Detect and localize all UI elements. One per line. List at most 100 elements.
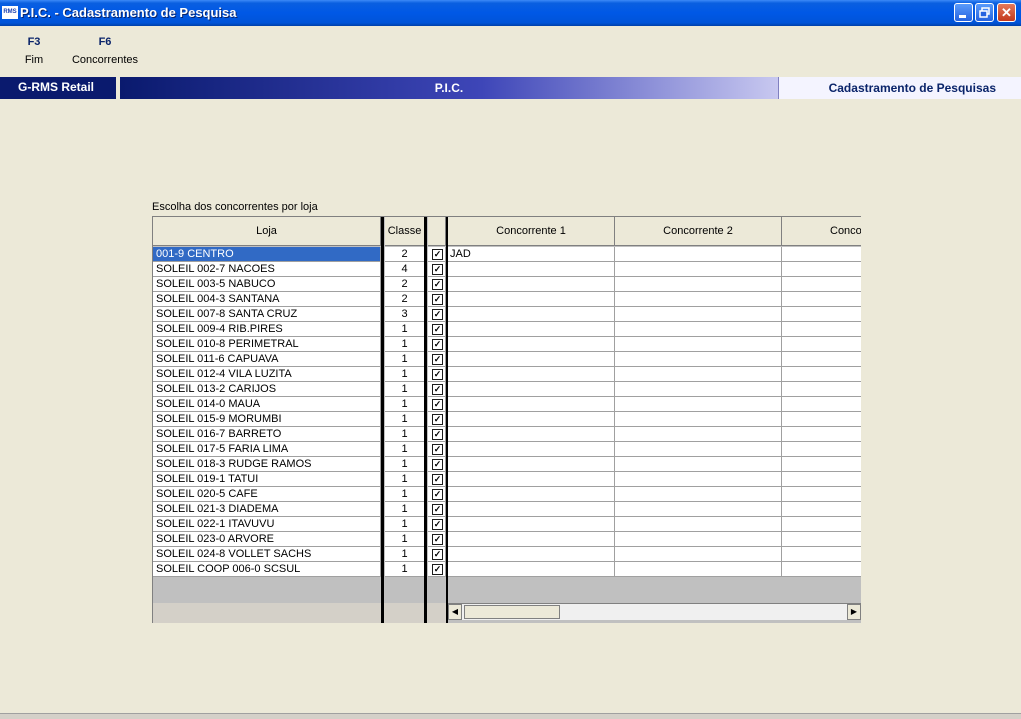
check-cell[interactable]: ✓ [428,517,446,532]
loja-cell[interactable]: SOLEIL 016-7 BARRETO [153,427,381,442]
classe-cell[interactable]: 1 [385,547,425,562]
concorrente-3-cell[interactable] [782,442,861,457]
table-row[interactable]: SOLEIL 013-2 CARIJOS 1 ✓ [153,382,861,397]
table-row[interactable]: SOLEIL 002-7 NACOES 4 ✓ [153,262,861,277]
concorrente-1-cell[interactable] [448,517,615,532]
table-row[interactable]: SOLEIL 017-5 FARIA LIMA 1 ✓ [153,442,861,457]
table-row[interactable]: SOLEIL 014-0 MAUA 1 ✓ [153,397,861,412]
classe-cell[interactable]: 1 [385,412,425,427]
concorrente-3-cell[interactable] [782,547,861,562]
loja-cell[interactable]: SOLEIL 023-0 ARVORE [153,532,381,547]
concorrente-1-cell[interactable]: JAD [448,247,615,262]
loja-cell[interactable]: SOLEIL 002-7 NACOES [153,262,381,277]
table-row[interactable]: SOLEIL 015-9 MORUMBI 1 ✓ [153,412,861,427]
concorrente-1-cell[interactable] [448,292,615,307]
checkbox[interactable]: ✓ [432,429,443,440]
concorrente-2-cell[interactable] [615,262,782,277]
classe-cell[interactable]: 2 [385,292,425,307]
concorrente-2-cell[interactable] [615,502,782,517]
restore-button[interactable] [975,3,994,22]
concorrente-1-cell[interactable] [448,322,615,337]
loja-cell[interactable]: SOLEIL 009-4 RIB.PIRES [153,322,381,337]
loja-cell[interactable]: SOLEIL 022-1 ITAVUVU [153,517,381,532]
minimize-button[interactable] [954,3,973,22]
checkbox[interactable]: ✓ [432,354,443,365]
loja-cell[interactable]: SOLEIL 004-3 SANTANA [153,292,381,307]
checkbox[interactable]: ✓ [432,249,443,260]
classe-cell[interactable]: 2 [385,277,425,292]
f3-fim-button[interactable]: F3 Fim [22,36,46,66]
concorrente-3-cell[interactable] [782,562,861,577]
table-row[interactable]: SOLEIL 010-8 PERIMETRAL 1 ✓ [153,337,861,352]
classe-cell[interactable]: 4 [385,262,425,277]
table-row[interactable]: SOLEIL 024-8 VOLLET SACHS 1 ✓ [153,547,861,562]
concorrente-1-cell[interactable] [448,262,615,277]
concorrente-2-cell[interactable] [615,532,782,547]
concorrente-2-cell[interactable] [615,547,782,562]
loja-cell[interactable]: SOLEIL 020-5 CAFE [153,487,381,502]
header-concorrente-1[interactable]: Concorrente 1 [448,217,615,246]
loja-cell[interactable]: SOLEIL 021-3 DIADEMA [153,502,381,517]
table-row[interactable]: SOLEIL 004-3 SANTANA 2 ✓ [153,292,861,307]
concorrente-3-cell[interactable] [782,502,861,517]
concorrente-3-cell[interactable] [782,517,861,532]
concorrente-3-cell[interactable] [782,412,861,427]
checkbox[interactable]: ✓ [432,369,443,380]
concorrente-2-cell[interactable] [615,427,782,442]
check-cell[interactable]: ✓ [428,442,446,457]
table-row[interactable]: SOLEIL 019-1 TATUI 1 ✓ [153,472,861,487]
concorrente-2-cell[interactable] [615,457,782,472]
table-row[interactable]: SOLEIL 022-1 ITAVUVU 1 ✓ [153,517,861,532]
table-row[interactable]: 001-9 CENTRO 2 ✓ JAD [153,247,861,262]
classe-cell[interactable]: 1 [385,562,425,577]
checkbox[interactable]: ✓ [432,294,443,305]
check-cell[interactable]: ✓ [428,412,446,427]
classe-cell[interactable]: 1 [385,397,425,412]
concorrente-2-cell[interactable] [615,277,782,292]
table-row[interactable]: SOLEIL 011-6 CAPUAVA 1 ✓ [153,352,861,367]
check-cell[interactable]: ✓ [428,352,446,367]
concorrente-1-cell[interactable] [448,472,615,487]
table-row[interactable]: SOLEIL COOP 006-0 SCSUL 1 ✓ [153,562,861,577]
concorrente-2-cell[interactable] [615,562,782,577]
concorrente-3-cell[interactable] [782,532,861,547]
header-classe[interactable]: Classe [385,217,425,246]
concorrente-2-cell[interactable] [615,367,782,382]
checkbox[interactable]: ✓ [432,534,443,545]
concorrente-2-cell[interactable] [615,352,782,367]
concorrente-1-cell[interactable] [448,487,615,502]
check-cell[interactable]: ✓ [428,247,446,262]
check-cell[interactable]: ✓ [428,307,446,322]
loja-cell[interactable]: SOLEIL 019-1 TATUI [153,472,381,487]
classe-cell[interactable]: 1 [385,487,425,502]
classe-cell[interactable]: 1 [385,532,425,547]
header-concorrente-3[interactable]: Conco [782,217,861,246]
table-row[interactable]: SOLEIL 021-3 DIADEMA 1 ✓ [153,502,861,517]
concorrente-1-cell[interactable] [448,382,615,397]
loja-cell[interactable]: SOLEIL 013-2 CARIJOS [153,382,381,397]
concorrente-1-cell[interactable] [448,367,615,382]
checkbox[interactable]: ✓ [432,444,443,455]
table-row[interactable]: SOLEIL 003-5 NABUCO 2 ✓ [153,277,861,292]
loja-cell[interactable]: SOLEIL 003-5 NABUCO [153,277,381,292]
classe-cell[interactable]: 1 [385,457,425,472]
f6-concorrentes-button[interactable]: F6 Concorrentes [70,36,140,66]
classe-cell[interactable]: 2 [385,247,425,262]
checkbox[interactable]: ✓ [432,384,443,395]
table-row[interactable]: SOLEIL 009-4 RIB.PIRES 1 ✓ [153,322,861,337]
concorrente-2-cell[interactable] [615,397,782,412]
classe-cell[interactable]: 1 [385,337,425,352]
concorrente-3-cell[interactable] [782,457,861,472]
check-cell[interactable]: ✓ [428,382,446,397]
concorrente-3-cell[interactable] [782,307,861,322]
concorrente-2-cell[interactable] [615,382,782,397]
concorrente-3-cell[interactable] [782,292,861,307]
concorrente-3-cell[interactable] [782,397,861,412]
concorrente-1-cell[interactable] [448,547,615,562]
loja-cell[interactable]: SOLEIL 007-8 SANTA CRUZ [153,307,381,322]
concorrente-3-cell[interactable] [782,367,861,382]
checkbox[interactable]: ✓ [432,504,443,515]
concorrente-2-cell[interactable] [615,472,782,487]
check-cell[interactable]: ✓ [428,337,446,352]
check-cell[interactable]: ✓ [428,487,446,502]
